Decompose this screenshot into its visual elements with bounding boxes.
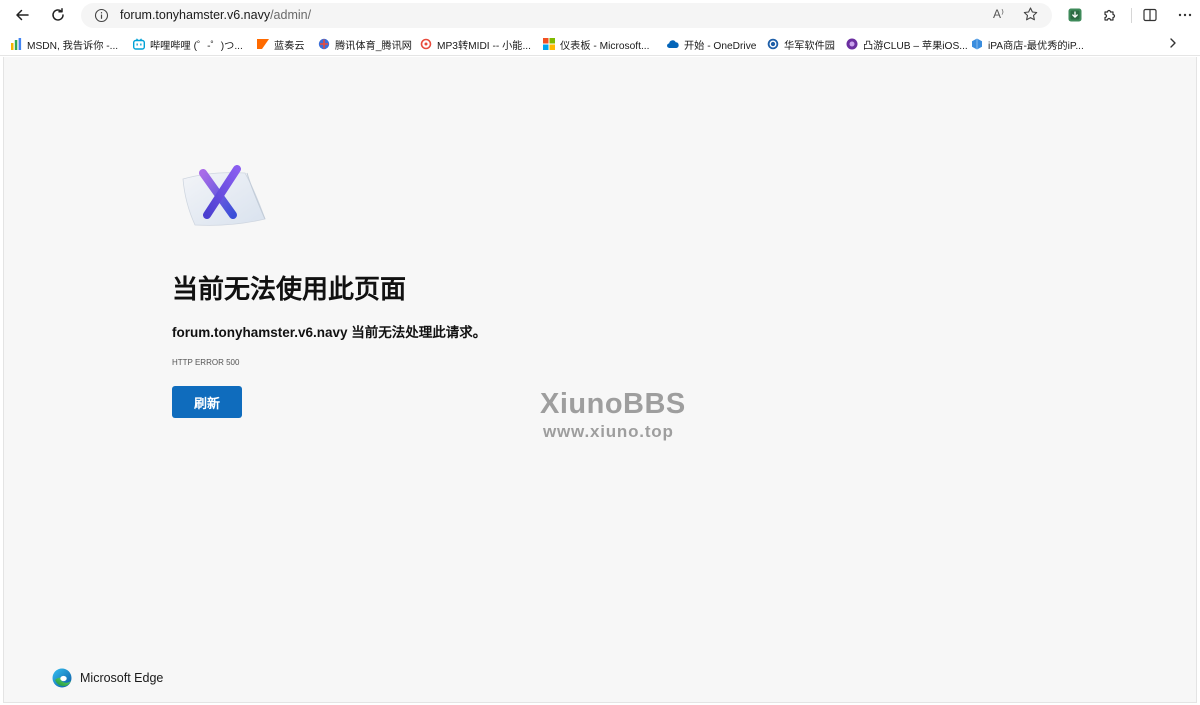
brand-name: Microsoft Edge bbox=[80, 671, 164, 685]
bookmark-label: MP3转MIDI -- 小能... bbox=[437, 40, 531, 52]
bilibili-favicon bbox=[133, 38, 145, 50]
bookmark-mp3-midi[interactable]: MP3转MIDI -- 小能... bbox=[420, 37, 531, 52]
more-menu-icon bbox=[1178, 13, 1192, 17]
toolbar-separator bbox=[1131, 8, 1132, 23]
onedrive-favicon bbox=[667, 38, 679, 50]
address-bar[interactable]: forum.tonyhamster.v6.navy/admin/ A⁾ bbox=[81, 3, 1052, 28]
refresh-icon bbox=[52, 8, 64, 21]
bookmark-msdn[interactable]: MSDN, 我告诉你 -... bbox=[10, 37, 119, 52]
watermark-title: XiunoBBS bbox=[540, 388, 686, 420]
tuyou-favicon bbox=[846, 38, 858, 50]
extension-download-button[interactable] bbox=[1062, 3, 1088, 27]
split-screen-button[interactable] bbox=[1137, 3, 1163, 27]
address-url[interactable]: forum.tonyhamster.v6.navy/admin/ bbox=[120, 8, 311, 23]
microsoft-favicon bbox=[543, 38, 555, 50]
bookmark-tuyou[interactable]: 凸游CLUB – 苹果iOS... bbox=[846, 37, 968, 52]
bookmark-tencent-sports[interactable]: 腾讯体育_腾讯网 bbox=[318, 37, 412, 52]
bookmarks-bar: MSDN, 我告诉你 -... 哔哩哔哩 (゜-゜)つ... 蓝奏云 腾讯体育_… bbox=[0, 31, 1200, 56]
error-x-illustration-icon bbox=[182, 165, 266, 226]
bookmark-huajun[interactable]: 华军软件园 bbox=[767, 37, 835, 52]
extensions-puzzle-icon bbox=[1104, 9, 1116, 21]
bookmark-label: 仪表板 - Microsoft... bbox=[560, 40, 650, 52]
bookmark-onedrive[interactable]: 开始 - OneDrive bbox=[667, 37, 757, 52]
mp3-midi-favicon bbox=[420, 38, 432, 50]
refresh-button[interactable]: 刷新 bbox=[172, 386, 242, 418]
bookmark-label: 腾讯体育_腾讯网 bbox=[335, 40, 412, 52]
reload-button[interactable] bbox=[45, 3, 71, 27]
bookmark-label: 凸游CLUB – 苹果iOS... bbox=[863, 40, 968, 52]
bookmark-lanzou[interactable]: 蓝奏云 bbox=[257, 37, 305, 52]
edge-brand: Microsoft Edge bbox=[52, 668, 163, 688]
back-icon bbox=[16, 9, 29, 21]
extension-download-icon bbox=[1068, 8, 1082, 22]
error-page: 当前无法使用此页面 forum.tonyhamster.v6.navy 当前无法… bbox=[3, 57, 1197, 703]
page-title: 当前无法使用此页面 bbox=[172, 274, 407, 304]
ipa-store-favicon bbox=[971, 38, 983, 50]
more-menu-button[interactable] bbox=[1172, 3, 1198, 27]
bookmark-label: 蓝奏云 bbox=[274, 40, 305, 52]
tencent-sports-favicon bbox=[318, 38, 330, 50]
lanzou-favicon bbox=[257, 38, 269, 50]
bookmark-label: 开始 - OneDrive bbox=[684, 40, 757, 52]
site-info-icon[interactable] bbox=[94, 8, 109, 23]
bookmark-label: 哔哩哔哩 (゜-゜)つ... bbox=[150, 40, 243, 52]
browser-toolbar: forum.tonyhamster.v6.navy/admin/ A⁾ bbox=[0, 0, 1200, 31]
watermark-url: www.xiuno.top bbox=[543, 422, 674, 441]
chevron-right-icon[interactable] bbox=[1166, 36, 1180, 50]
extensions-button[interactable] bbox=[1097, 3, 1123, 27]
url-host: forum.tonyhamster.v6.navy bbox=[120, 8, 271, 22]
bookmark-microsoft[interactable]: 仪表板 - Microsoft... bbox=[543, 37, 650, 52]
error-code: HTTP ERROR 500 bbox=[172, 358, 240, 367]
read-aloud-icon[interactable]: A⁾ bbox=[993, 7, 1004, 21]
bookmark-label: 华军软件园 bbox=[784, 40, 835, 52]
bookmark-label: iPA商店-最优秀的iP... bbox=[988, 40, 1084, 52]
huajun-favicon bbox=[767, 38, 779, 50]
edge-logo-icon bbox=[52, 668, 72, 688]
url-path: /admin/ bbox=[270, 8, 312, 22]
bookmark-ipa-store[interactable]: iPA商店-最优秀的iP... bbox=[971, 37, 1084, 52]
error-description: forum.tonyhamster.v6.navy 当前无法处理此请求。 bbox=[172, 325, 487, 340]
split-screen-icon bbox=[1143, 8, 1157, 22]
msdn-favicon bbox=[10, 38, 22, 50]
back-button[interactable] bbox=[9, 3, 35, 27]
favorite-star-icon[interactable] bbox=[1022, 6, 1039, 23]
bookmark-bilibili[interactable]: 哔哩哔哩 (゜-゜)つ... bbox=[133, 37, 243, 52]
bookmark-label: MSDN, 我告诉你 -... bbox=[27, 40, 119, 52]
